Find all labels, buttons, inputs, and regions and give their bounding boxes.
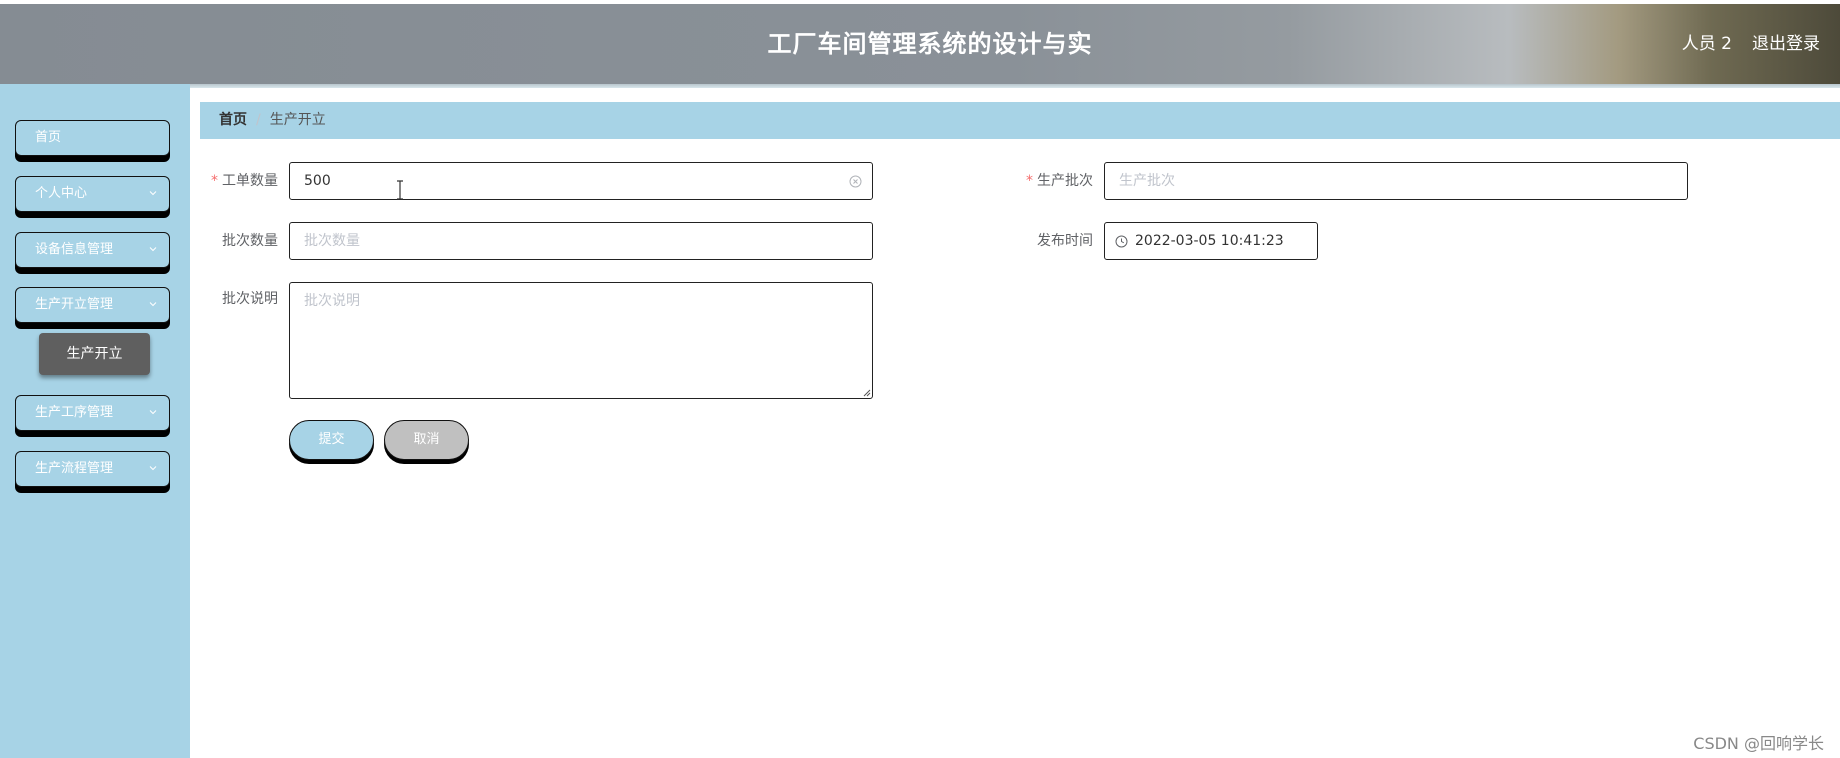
chevron-down-icon (149, 302, 157, 307)
breadcrumb-current: 生产开立 (269, 112, 326, 128)
batch-desc-textarea[interactable]: 批次说明 (289, 282, 873, 399)
top-header: 工厂车间管理系统的设计与实 人员 2 退出登录 (0, 4, 1840, 84)
publish-time-label: 发布时间 (1037, 233, 1093, 249)
breadcrumb-separator: / (256, 112, 261, 128)
submit-button[interactable]: 提交 (289, 420, 374, 460)
publish-time-value: 2022-03-05 10:41:23 (1135, 233, 1284, 249)
sidebar-item-label: 生产工序管理 (35, 405, 114, 420)
breadcrumb: 首页 / 生产开立 (200, 102, 1840, 139)
batch-no-label: * 生产批次 (1013, 162, 1093, 200)
sidebar-item-label: 设备信息管理 (35, 242, 114, 257)
chevron-down-icon (149, 466, 157, 471)
required-mark: * (211, 173, 218, 189)
sidebar-item-production-process[interactable]: 生产工序管理 (15, 395, 170, 431)
app-title: 工厂车间管理系统的设计与实 (767, 30, 1093, 58)
current-user: 人员 2 (1681, 34, 1732, 54)
header-divider (0, 84, 1840, 88)
sidebar-item-equipment[interactable]: 设备信息管理 (15, 232, 170, 268)
sidebar-item-label: 首页 (35, 130, 62, 145)
batch-no-placeholder: 生产批次 (1119, 173, 1175, 189)
clock-icon (1115, 235, 1128, 248)
logout-link[interactable]: 退出登录 (1752, 4, 1820, 84)
batch-desc-placeholder: 批次说明 (304, 293, 360, 309)
clear-icon[interactable] (849, 175, 862, 188)
batch-desc-label: 批次说明 (222, 291, 278, 307)
sidebar: 首页 个人中心 设备信息管理 生产开立管理 生产开立 生产工序管理 生产流程管理 (0, 84, 190, 758)
chevron-down-icon (149, 191, 157, 196)
sidebar-item-label: 生产开立管理 (35, 297, 114, 312)
breadcrumb-home[interactable]: 首页 (219, 112, 247, 128)
work-order-qty-label: * 工单数量 (198, 162, 278, 200)
batch-no-input[interactable]: 生产批次 (1104, 162, 1688, 200)
work-order-qty-value: 500 (304, 173, 331, 189)
chevron-down-icon (149, 247, 157, 252)
watermark: CSDN @回响学长 (1693, 734, 1824, 753)
batch-qty-input[interactable]: 批次数量 (289, 222, 873, 260)
sidebar-item-production-open[interactable]: 生产开立管理 (15, 287, 170, 323)
sidebar-item-personal-center[interactable]: 个人中心 (15, 176, 170, 212)
sidebar-item-label: 生产流程管理 (35, 461, 114, 476)
sidebar-item-production-flow[interactable]: 生产流程管理 (15, 451, 170, 487)
resize-grip-icon[interactable] (862, 388, 871, 397)
sidebar-subitem-production-open[interactable]: 生产开立 (39, 333, 150, 375)
text-cursor-icon (397, 180, 403, 200)
work-order-qty-label-text: 工单数量 (222, 173, 278, 189)
sidebar-item-label: 个人中心 (35, 186, 88, 201)
work-order-qty-input[interactable]: 500 (289, 162, 873, 200)
batch-qty-label: 批次数量 (222, 233, 278, 249)
sidebar-item-home[interactable]: 首页 (15, 120, 170, 156)
batch-no-label-text: 生产批次 (1037, 173, 1093, 189)
batch-qty-placeholder: 批次数量 (304, 233, 360, 249)
publish-time-picker[interactable]: 2022-03-05 10:41:23 (1104, 222, 1318, 260)
required-mark: * (1026, 173, 1033, 189)
chevron-down-icon (149, 410, 157, 415)
cancel-button[interactable]: 取消 (384, 420, 469, 460)
